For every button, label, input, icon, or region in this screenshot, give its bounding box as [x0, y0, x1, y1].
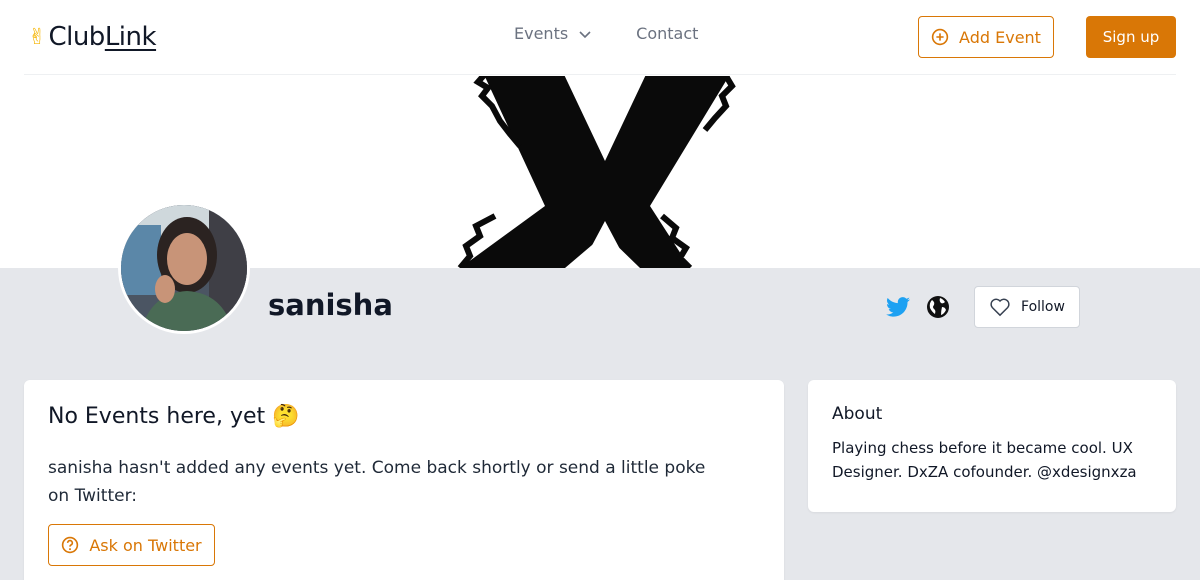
- globe-icon[interactable]: [926, 295, 950, 319]
- follow-label: Follow: [1021, 299, 1065, 315]
- logo-link-text: Link: [104, 22, 157, 52]
- profile-username: sanisha: [268, 288, 393, 322]
- avatar: [118, 202, 250, 334]
- events-card-text: sanisha hasn't added any events yet. Com…: [48, 458, 706, 506]
- heart-icon: [990, 298, 1010, 317]
- logo-club-text: Club: [48, 22, 105, 52]
- avatar-photo: [121, 205, 247, 331]
- nav-events[interactable]: Events: [514, 24, 592, 43]
- header-inner: ✌ Club Link Events Contact Add Event Sig…: [24, 0, 1176, 75]
- site-header: ✌ Club Link Events Contact Add Event Sig…: [0, 0, 1200, 76]
- follow-button[interactable]: Follow: [974, 286, 1080, 328]
- question-circle-icon: [62, 536, 79, 554]
- events-card: No Events here, yet 🤔 sanisha hasn't add…: [24, 380, 784, 580]
- about-card-title: About: [832, 404, 883, 424]
- add-event-label: Add Event: [959, 27, 1041, 47]
- nav-contact-label: Contact: [636, 24, 699, 43]
- about-card: About Playing chess before it became coo…: [808, 380, 1176, 512]
- main-nav: Events Contact: [514, 24, 698, 43]
- add-event-button[interactable]: Add Event: [918, 16, 1054, 58]
- sign-up-button[interactable]: Sign up: [1086, 16, 1176, 58]
- plus-circle-icon: [931, 28, 949, 46]
- about-card-text: Playing chess before it became cool. UX …: [832, 439, 1137, 481]
- chevron-down-icon: [579, 30, 591, 38]
- nav-contact[interactable]: Contact: [636, 24, 698, 43]
- nav-events-label: Events: [514, 24, 569, 43]
- peace-hand-icon: ✌: [28, 24, 47, 50]
- ask-on-twitter-button[interactable]: Ask on Twitter: [48, 524, 215, 566]
- events-card-title: No Events here, yet 🤔: [48, 404, 300, 429]
- banner-x-graphic: [457, 76, 736, 268]
- logo[interactable]: ✌ Club Link: [28, 20, 157, 54]
- ask-on-twitter-label: Ask on Twitter: [89, 535, 202, 555]
- twitter-icon[interactable]: [886, 296, 910, 318]
